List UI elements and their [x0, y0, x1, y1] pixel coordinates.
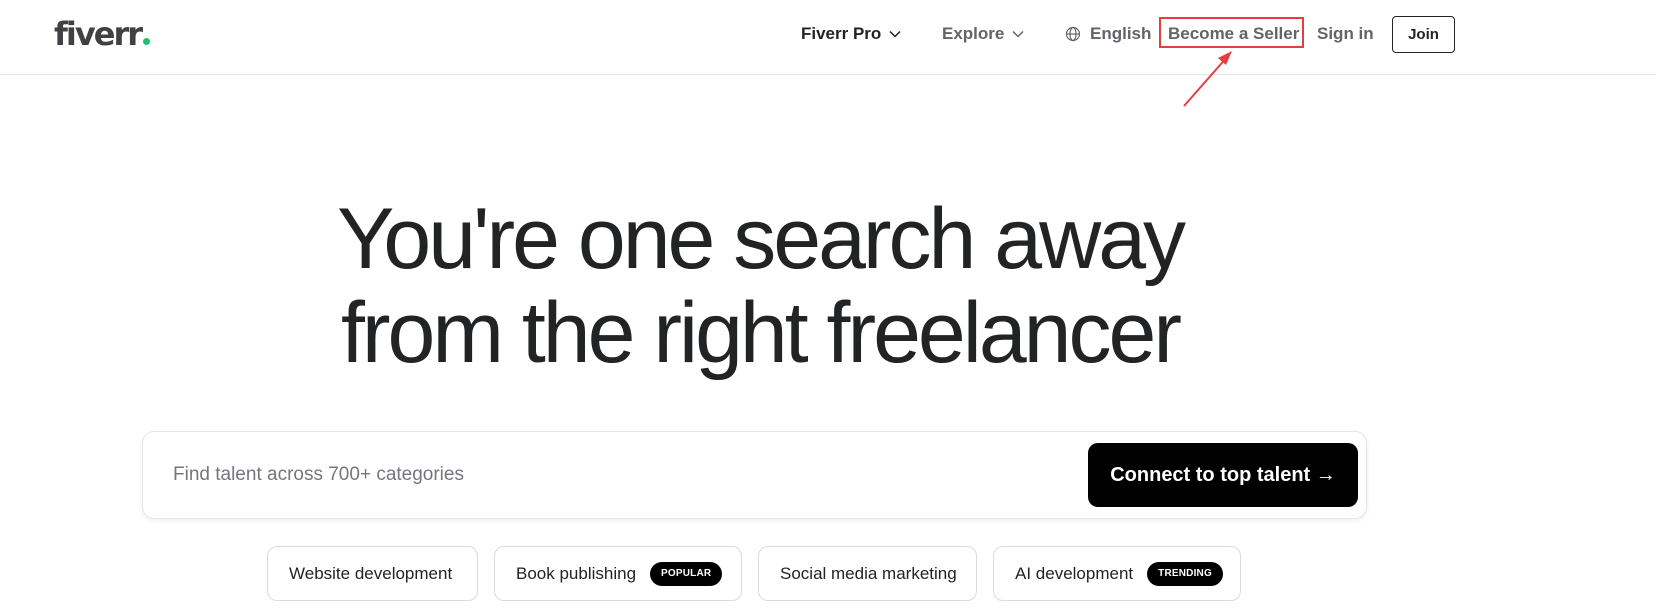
top-header: fiverr Fiverr Pro Explore English Become… [0, 0, 1656, 75]
chip-book-publishing[interactable]: Book publishing POPULAR [494, 546, 742, 601]
nav-fiverr-pro[interactable]: Fiverr Pro [801, 22, 901, 46]
nav-language-label: English [1090, 24, 1152, 43]
trending-badge: TRENDING [1147, 561, 1223, 586]
popular-badge: POPULAR [650, 561, 723, 586]
search-input[interactable] [173, 458, 993, 492]
chip-label: Book publishing [516, 563, 637, 583]
hero-headline: You're one search away from the right fr… [280, 192, 1240, 380]
logo-dot [143, 38, 151, 45]
nav-explore-label: Explore [942, 24, 1005, 43]
hero-headline-line2: from the right freelancer [341, 285, 1182, 381]
fiverr-logo[interactable]: fiverr [54, 14, 151, 54]
nav-explore[interactable]: Explore [942, 22, 1024, 46]
chip-ai-development[interactable]: AI development TRENDING [993, 546, 1241, 601]
connect-talent-button[interactable]: Connect to top talent → [1088, 443, 1358, 507]
chip-website-development[interactable]: Website development [267, 546, 478, 601]
hero-headline-line1: You're one search away [336, 191, 1186, 287]
nav-fiverr-pro-label: Fiverr Pro [801, 24, 882, 43]
category-chips: Website development Book publishing POPU… [0, 546, 1656, 602]
join-button[interactable]: Join [1392, 16, 1455, 53]
annotation-highlight-box [1159, 17, 1304, 48]
chip-label: Social media marketing [780, 563, 957, 583]
chip-label: AI development [1015, 563, 1134, 583]
chevron-down-icon [1012, 30, 1024, 38]
nav-language[interactable]: English [1065, 22, 1151, 46]
globe-icon [1065, 26, 1081, 42]
nav-sign-in[interactable]: Sign in [1317, 22, 1374, 46]
chip-social-media-marketing[interactable]: Social media marketing [758, 546, 977, 601]
search-bar: Connect to top talent → [142, 431, 1367, 519]
annotation-arrow-icon [1183, 51, 1232, 107]
chip-label: Website development [289, 563, 453, 583]
chevron-down-icon [889, 30, 901, 38]
